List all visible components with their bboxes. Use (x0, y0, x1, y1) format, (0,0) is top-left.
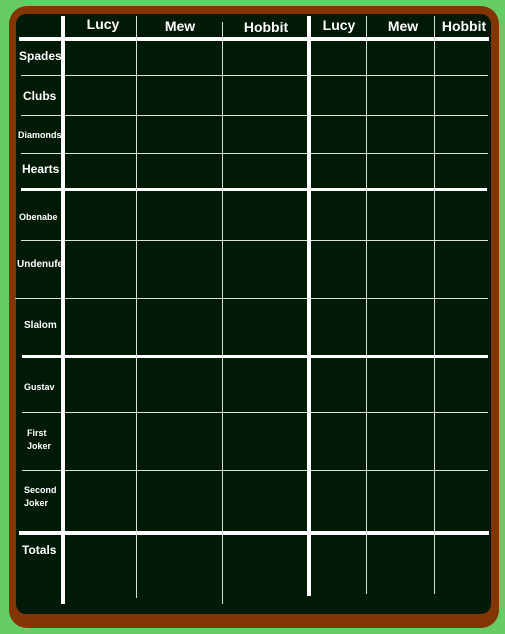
column-line (366, 16, 367, 594)
row-line (22, 470, 488, 471)
suits-section-divider (21, 188, 487, 191)
row-line (21, 240, 488, 241)
row-line (15, 298, 488, 299)
row-label-second-joker-line1: Second (24, 485, 57, 495)
row-label-gustav: Gustav (24, 382, 55, 392)
column-header-hobbit-2: Hobbit (441, 18, 487, 34)
column-line (222, 22, 223, 604)
row-label-totals: Totals (22, 543, 57, 557)
row-label-clubs: Clubs (23, 89, 57, 103)
directions-section-divider (22, 355, 488, 358)
row-label-first-joker-line2: Joker (27, 441, 52, 451)
row-label-obenabe: Obenabe (19, 212, 58, 222)
row-label-slalom: Slalom (24, 320, 57, 331)
column-header-mew-1: Mew (164, 18, 196, 34)
row-label-spades: Spades (19, 49, 62, 63)
label-column-divider (61, 16, 65, 604)
row-label-diamonds: Diamonds (18, 130, 62, 140)
column-line (136, 16, 137, 598)
row-line (21, 115, 488, 116)
column-header-hobbit-1: Hobbit (243, 19, 289, 35)
totals-section-divider (19, 531, 489, 535)
row-label-second-joker-line2: Joker (24, 498, 49, 508)
header-divider (19, 37, 489, 41)
row-line (22, 412, 488, 413)
score-chalkboard (16, 14, 491, 614)
row-line (21, 75, 488, 76)
column-header-mew-2: Mew (387, 18, 419, 34)
column-line (434, 16, 435, 594)
row-label-hearts: Hearts (22, 162, 60, 176)
column-header-lucy-1: Lucy (86, 16, 120, 32)
row-label-undenufe: Undenufe (17, 259, 64, 270)
row-line (21, 153, 488, 154)
column-header-lucy-2: Lucy (322, 17, 356, 33)
game-group-divider (307, 16, 311, 596)
row-label-first-joker-line1: First (27, 428, 47, 438)
